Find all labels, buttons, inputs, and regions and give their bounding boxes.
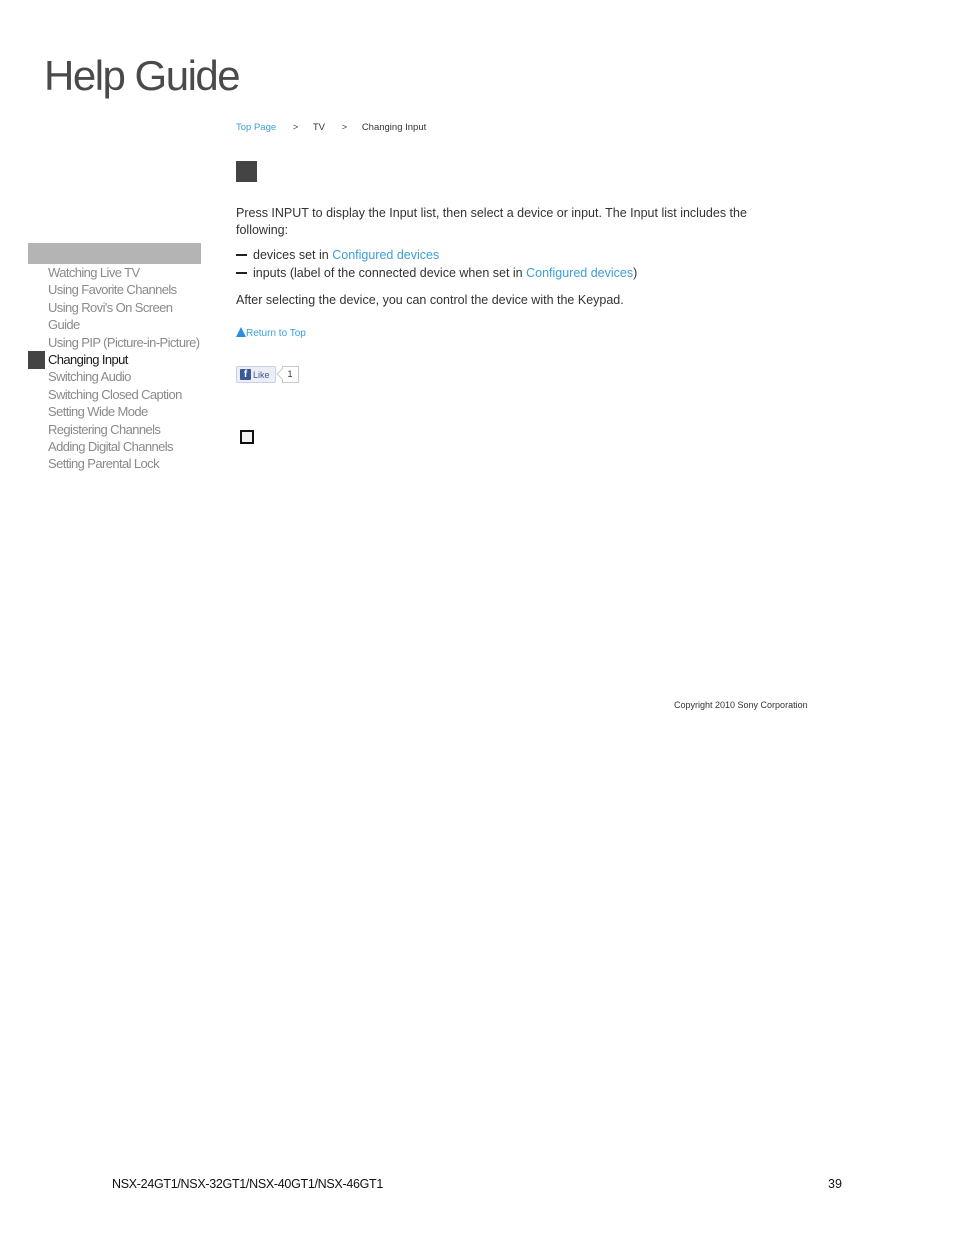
breadcrumb-separator: > xyxy=(292,122,299,133)
footer-model-numbers: NSX-24GT1/NSX-32GT1/NSX-40GT1/NSX-46GT1 xyxy=(112,1177,384,1191)
intro-paragraph: Press INPUT to display the Input list, t… xyxy=(236,206,747,237)
list-item-text: inputs (label of the connected device wh… xyxy=(253,266,527,280)
sidebar-header-bar xyxy=(28,243,201,264)
facebook-like-widget: f Like 1 xyxy=(236,366,299,383)
list-item: devices set in Configured devices xyxy=(236,246,796,264)
sidebar-item-switching-audio[interactable]: Switching Audio xyxy=(28,368,201,385)
article-body: Press INPUT to display the Input list, t… xyxy=(236,205,796,309)
sidebar-item-using-favorite-channels[interactable]: Using Favorite Channels xyxy=(28,281,201,298)
list-item-text: devices set in xyxy=(253,248,333,262)
sidebar-item-using-pip[interactable]: Using PIP (Picture-in-Picture) xyxy=(28,334,201,351)
section-title-marker xyxy=(236,161,257,182)
facebook-like-count: 1 xyxy=(281,366,299,383)
outro-paragraph: After selecting the device, you can cont… xyxy=(236,293,624,307)
sidebar-item-label: Registering Channels xyxy=(48,421,161,437)
sidebar-item-adding-digital-channels[interactable]: Adding Digital Channels xyxy=(28,438,201,455)
dash-bullet-icon xyxy=(236,254,247,256)
active-item-marker xyxy=(28,351,45,370)
facebook-like-label: Like xyxy=(253,369,270,380)
sidebar-list: Watching Live TV Using Favorite Channels… xyxy=(28,264,201,473)
sidebar-item-label: Using Rovi's On Screen Guide xyxy=(48,299,173,333)
breadcrumb-current: Changing Input xyxy=(361,122,427,133)
sidebar: Watching Live TV Using Favorite Channels… xyxy=(28,243,201,473)
footer-page-number: 39 xyxy=(828,1177,842,1191)
sidebar-item-label: Using PIP (Picture-in-Picture) xyxy=(48,334,200,350)
breadcrumb-tv: TV xyxy=(312,122,325,133)
sidebar-item-label: Adding Digital Channels xyxy=(48,439,174,455)
sidebar-item-switching-closed-caption[interactable]: Switching Closed Caption xyxy=(28,386,201,403)
facebook-icon: f xyxy=(240,369,251,380)
breadcrumb-separator: > xyxy=(341,122,348,133)
checkbox[interactable] xyxy=(240,430,254,444)
list-item-text: ) xyxy=(633,266,638,280)
sidebar-item-watching-live-tv[interactable]: Watching Live TV xyxy=(28,264,201,281)
sidebar-item-registering-channels[interactable]: Registering Channels xyxy=(28,421,201,438)
return-to-top-link[interactable]: Return to Top xyxy=(236,327,306,339)
facebook-like-button[interactable]: f Like xyxy=(236,366,276,383)
sidebar-item-label: Setting Parental Lock xyxy=(48,456,160,472)
configured-devices-link[interactable]: Configured devices xyxy=(526,266,633,280)
sidebar-item-setting-wide-mode[interactable]: Setting Wide Mode xyxy=(28,403,201,420)
breadcrumb: Top Page > TV > Changing Input xyxy=(236,122,426,133)
list-item: inputs (label of the connected device wh… xyxy=(236,264,796,282)
dash-bullet-icon xyxy=(236,272,247,274)
sidebar-item-label: Using Favorite Channels xyxy=(48,282,177,298)
sidebar-item-label: Changing Input xyxy=(48,352,128,368)
input-list: devices set in Configured devices inputs… xyxy=(236,246,796,282)
sidebar-item-label: Setting Wide Mode xyxy=(48,404,148,420)
breadcrumb-top-page-link[interactable]: Top Page xyxy=(236,122,276,133)
sidebar-item-using-rovis-guide[interactable]: Using Rovi's On Screen Guide xyxy=(28,299,201,334)
sidebar-item-label: Switching Closed Caption xyxy=(48,386,182,402)
up-arrow-icon xyxy=(236,327,246,337)
return-to-top-label: Return to Top xyxy=(246,328,306,339)
sidebar-item-setting-parental-lock[interactable]: Setting Parental Lock xyxy=(28,455,201,472)
sidebar-item-label: Watching Live TV xyxy=(48,265,140,280)
configured-devices-link[interactable]: Configured devices xyxy=(332,248,439,262)
copyright-text: Copyright 2010 Sony Corporation xyxy=(674,700,808,710)
sidebar-item-label: Switching Audio xyxy=(48,369,131,385)
page-title: Help Guide xyxy=(44,52,241,99)
sidebar-item-changing-input[interactable]: Changing Input xyxy=(28,351,201,370)
